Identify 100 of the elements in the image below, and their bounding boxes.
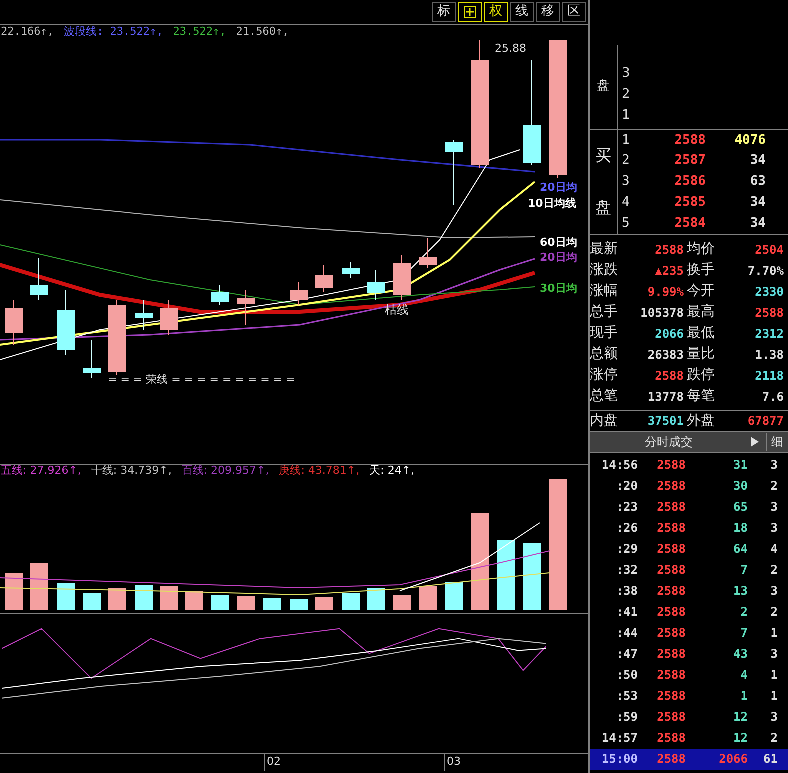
tick-price: 2588 bbox=[656, 520, 686, 537]
volume-bar bbox=[263, 598, 281, 610]
moving-average-label: 10日均线 bbox=[528, 197, 576, 210]
toolbar-button[interactable]: 区 bbox=[562, 2, 586, 22]
tick-volume: 2066 bbox=[686, 749, 748, 770]
dead-line-label: 枯线 bbox=[385, 303, 409, 317]
stat-value: 105378 bbox=[640, 304, 684, 322]
stat-label: 总额 bbox=[590, 345, 619, 364]
candlestick bbox=[393, 254, 411, 300]
detail-button[interactable]: 细 bbox=[766, 433, 788, 451]
indicator-value: 百线: 209.957↑, bbox=[182, 463, 270, 480]
buy-side-label: 买 bbox=[596, 145, 612, 167]
order-level: 3 bbox=[621, 65, 632, 83]
tick-time: :38 bbox=[615, 583, 639, 600]
candlestick bbox=[160, 300, 178, 336]
tick-volume: 1 bbox=[740, 688, 748, 705]
x-axis-label: 03 bbox=[444, 754, 461, 770]
stat-value: ▲235 bbox=[654, 262, 684, 280]
tick-volume: 12 bbox=[732, 730, 748, 747]
order-price: 2587 bbox=[674, 152, 706, 170]
order-volume: 34 bbox=[749, 152, 766, 170]
x-axis-label: 02 bbox=[264, 754, 281, 770]
moving-average-label: 20日均 bbox=[540, 181, 578, 194]
tick-price: 2588 bbox=[656, 541, 686, 558]
tick-volume: 12 bbox=[732, 709, 748, 726]
tick-price: 2588 bbox=[656, 562, 686, 579]
buy-side-label: 盘 bbox=[596, 197, 612, 219]
indicator-value: 23.522↑, bbox=[173, 24, 226, 40]
candlestick bbox=[342, 262, 360, 278]
tick-time: :26 bbox=[615, 520, 639, 537]
stat-label: 现手 bbox=[590, 324, 619, 343]
indicator-value: 十线: 34.739↑, bbox=[91, 463, 172, 480]
stat-label: 均价 bbox=[686, 240, 716, 259]
moving-average-label: 60日均 bbox=[540, 236, 578, 249]
sell-side-label: 盘 bbox=[597, 78, 610, 96]
volume-bar bbox=[5, 573, 23, 610]
tick-time: :53 bbox=[615, 688, 639, 705]
stat-label: 内盘 bbox=[590, 412, 619, 430]
tick-time: 14:57 bbox=[600, 730, 639, 747]
prosper-line-label: = = = 荣线 = = = = = = = = = = bbox=[108, 373, 296, 386]
candlestick bbox=[290, 282, 308, 306]
stat-label: 涨跌 bbox=[590, 261, 619, 280]
volume-bar bbox=[211, 595, 229, 610]
tick-price: 2588 bbox=[656, 688, 686, 705]
tick-time: 14:56 bbox=[600, 457, 639, 474]
stat-label: 换手 bbox=[686, 261, 716, 280]
order-level: 4 bbox=[621, 194, 631, 212]
indicator-value: 天: 24↑, bbox=[370, 463, 415, 480]
toolbar-button[interactable]: 移 bbox=[536, 2, 560, 22]
tick-volume: 31 bbox=[732, 457, 748, 474]
stat-label: 今开 bbox=[686, 282, 716, 301]
tick-count: 2 bbox=[770, 562, 779, 579]
stat-value: 37501 bbox=[646, 413, 684, 430]
stat-value: 2588 bbox=[754, 304, 784, 322]
stat-label: 每笔 bbox=[686, 387, 716, 406]
order-volume: 34 bbox=[749, 194, 766, 212]
toolbar-button[interactable]: 权 bbox=[484, 2, 508, 22]
tick-volume: 2 bbox=[740, 604, 748, 621]
order-level: 1 bbox=[621, 107, 632, 125]
order-volume: 34 bbox=[749, 214, 766, 233]
tick-time: :41 bbox=[615, 604, 639, 621]
indicator-value: 22.166↑, bbox=[1, 24, 54, 40]
high-price-label: 25.88 bbox=[495, 42, 526, 55]
tick-time: :29 bbox=[615, 541, 639, 558]
tick-count: 3 bbox=[770, 709, 779, 726]
crosshair-toggle-button[interactable] bbox=[458, 2, 482, 22]
tick-price: 2588 bbox=[656, 709, 686, 726]
tick-count: 4 bbox=[770, 541, 779, 558]
tick-price: 2588 bbox=[656, 646, 686, 663]
candlestick bbox=[237, 290, 255, 326]
volume-bar bbox=[367, 588, 385, 610]
stat-label: 最低 bbox=[686, 324, 716, 343]
stat-value: 2330 bbox=[754, 284, 784, 300]
tick-time: 15:00 bbox=[590, 749, 642, 770]
tick-count: 1 bbox=[770, 688, 779, 705]
tick-time: :47 bbox=[615, 646, 639, 663]
volume-bar bbox=[523, 543, 541, 610]
stat-value: 2588 bbox=[654, 368, 684, 384]
indicator-value: 庚线: 43.781↑, bbox=[279, 463, 360, 480]
order-price: 2584 bbox=[674, 214, 706, 233]
stat-label: 量比 bbox=[686, 345, 716, 364]
tick-count: 3 bbox=[770, 520, 779, 537]
tick-price: 2588 bbox=[642, 749, 686, 770]
volume-bar bbox=[237, 596, 255, 610]
volume-bar bbox=[315, 597, 333, 610]
candlestick bbox=[83, 340, 101, 378]
tick-price: 2588 bbox=[656, 457, 686, 474]
volume-bar bbox=[290, 599, 308, 610]
toolbar-button[interactable]: 线 bbox=[510, 2, 534, 22]
volume-bar bbox=[57, 583, 75, 610]
moving-average-label: 20日均 bbox=[540, 251, 578, 264]
tick-volume: 13 bbox=[732, 583, 748, 600]
tick-volume: 65 bbox=[732, 499, 748, 516]
toolbar-button[interactable]: 标 bbox=[432, 2, 456, 22]
tick-count: 3 bbox=[770, 457, 779, 474]
order-volume: 4076 bbox=[734, 132, 766, 150]
stat-label: 涨停 bbox=[590, 366, 619, 385]
tick-price: 2588 bbox=[656, 625, 686, 642]
candlestick bbox=[5, 300, 23, 346]
tick-price: 2588 bbox=[656, 478, 686, 495]
